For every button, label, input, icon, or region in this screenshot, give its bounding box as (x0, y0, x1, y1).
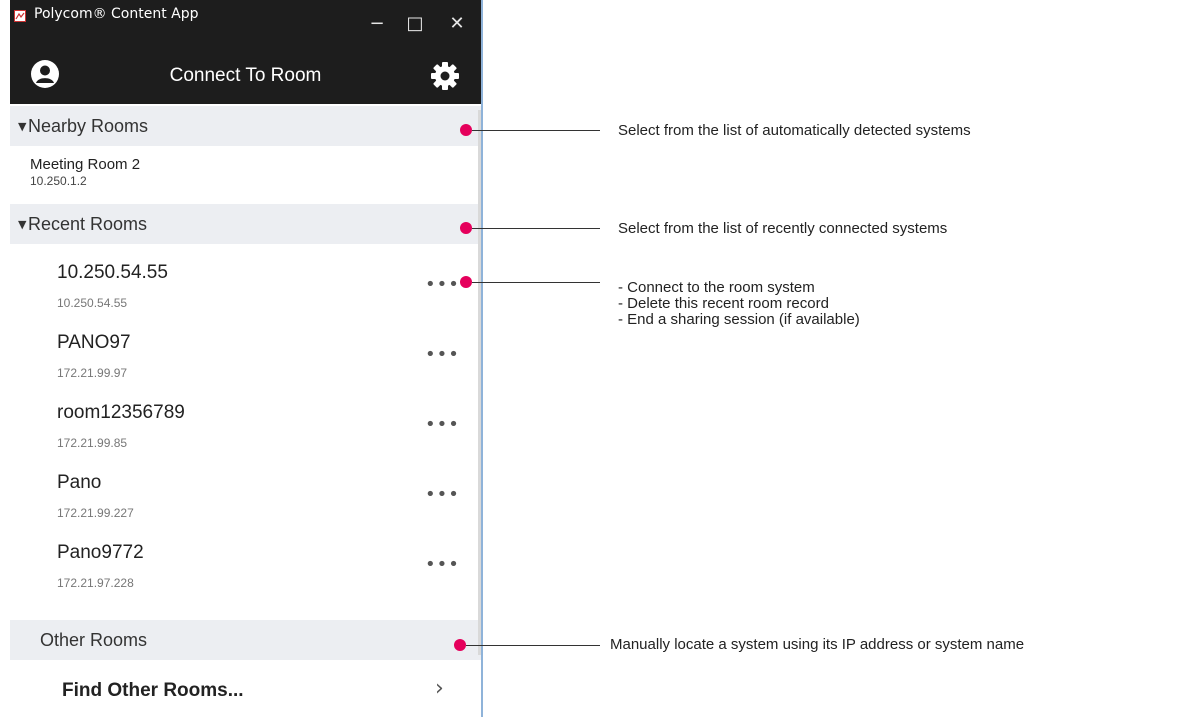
room-name: Pano9772 (57, 542, 144, 563)
callout-leader-line (472, 228, 600, 229)
section-header-recent[interactable]: ▼ Recent Rooms (10, 204, 481, 244)
callout-leader-line (472, 130, 600, 131)
room-name: Meeting Room 2 (30, 156, 141, 173)
callout-marker (460, 276, 472, 288)
gear-icon[interactable] (429, 60, 461, 92)
maximize-icon[interactable]: □ (404, 13, 426, 35)
room-name: 10.250.54.55 (57, 262, 168, 283)
more-dots-icon[interactable]: ••• (425, 416, 465, 434)
callout-other: Manually locate a system using its IP ad… (610, 636, 1025, 653)
room-ip: 10.250.54.55 (57, 296, 128, 310)
triangle-down-icon: ▼ (18, 120, 27, 133)
callout-marker (460, 222, 472, 234)
callout-marker (454, 639, 466, 651)
app-title: Polycom® Content App (34, 6, 199, 22)
room-name: Pano (57, 472, 102, 493)
callout-marker (460, 124, 472, 136)
recent-room-item[interactable]: Pano 172.21.99.227 ••• (10, 472, 481, 542)
page-title: Connect To Room (169, 65, 322, 86)
callout-action-connect: - Connect to the room system (618, 279, 815, 296)
scrollbar[interactable] (478, 110, 481, 655)
find-other-rooms-row[interactable]: Find Other Rooms... › (10, 654, 481, 714)
recent-room-item[interactable]: 10.250.54.55 10.250.54.55 ••• (10, 262, 481, 332)
recent-room-item[interactable]: PANO97 172.21.99.97 ••• (10, 332, 481, 402)
nav-bar: Connect To Room (10, 50, 481, 104)
callout-leader-line (472, 282, 600, 283)
triangle-down-icon: ▼ (18, 218, 27, 231)
callout-action-delete: - Delete this recent room record (618, 295, 829, 312)
close-icon[interactable]: ✕ (446, 13, 468, 35)
chevron-right-icon: › (435, 676, 444, 701)
title-bar: Polycom® Content App − □ ✕ (10, 0, 481, 50)
recent-room-item[interactable]: Pano9772 172.21.97.228 ••• (10, 542, 481, 612)
more-dots-icon[interactable]: ••• (425, 486, 465, 504)
polycom-app-icon (14, 10, 26, 22)
callout-leader-line (466, 645, 600, 646)
room-name: PANO97 (57, 332, 131, 353)
recent-room-item[interactable]: room12356789 172.21.99.85 ••• (10, 402, 481, 472)
callout-nearby: Select from the list of automatically de… (618, 122, 971, 139)
content-app-window: Polycom® Content App − □ ✕ Connect To Ro… (10, 0, 483, 717)
more-dots-icon[interactable]: ••• (425, 556, 465, 574)
section-header-nearby[interactable]: ▼ Nearby Rooms (10, 106, 481, 146)
section-label-nearby: Nearby Rooms (28, 116, 149, 136)
callout-recent: Select from the list of recently connect… (618, 220, 948, 237)
room-ip: 172.21.99.85 (57, 436, 128, 450)
section-label-recent: Recent Rooms (28, 214, 148, 234)
find-other-rooms-label: Find Other Rooms... (62, 680, 244, 701)
room-ip: 10.250.1.2 (30, 174, 87, 188)
more-dots-icon[interactable]: ••• (425, 276, 465, 294)
callout-action-end: - End a sharing session (if available) (618, 311, 860, 328)
room-name: room12356789 (57, 402, 185, 423)
room-ip: 172.21.97.228 (57, 576, 134, 590)
section-label-other: Other Rooms (40, 630, 148, 650)
more-dots-icon[interactable]: ••• (425, 346, 465, 364)
minimize-icon[interactable]: − (366, 13, 388, 35)
room-ip: 172.21.99.227 (57, 506, 134, 520)
room-ip: 172.21.99.97 (57, 366, 128, 380)
